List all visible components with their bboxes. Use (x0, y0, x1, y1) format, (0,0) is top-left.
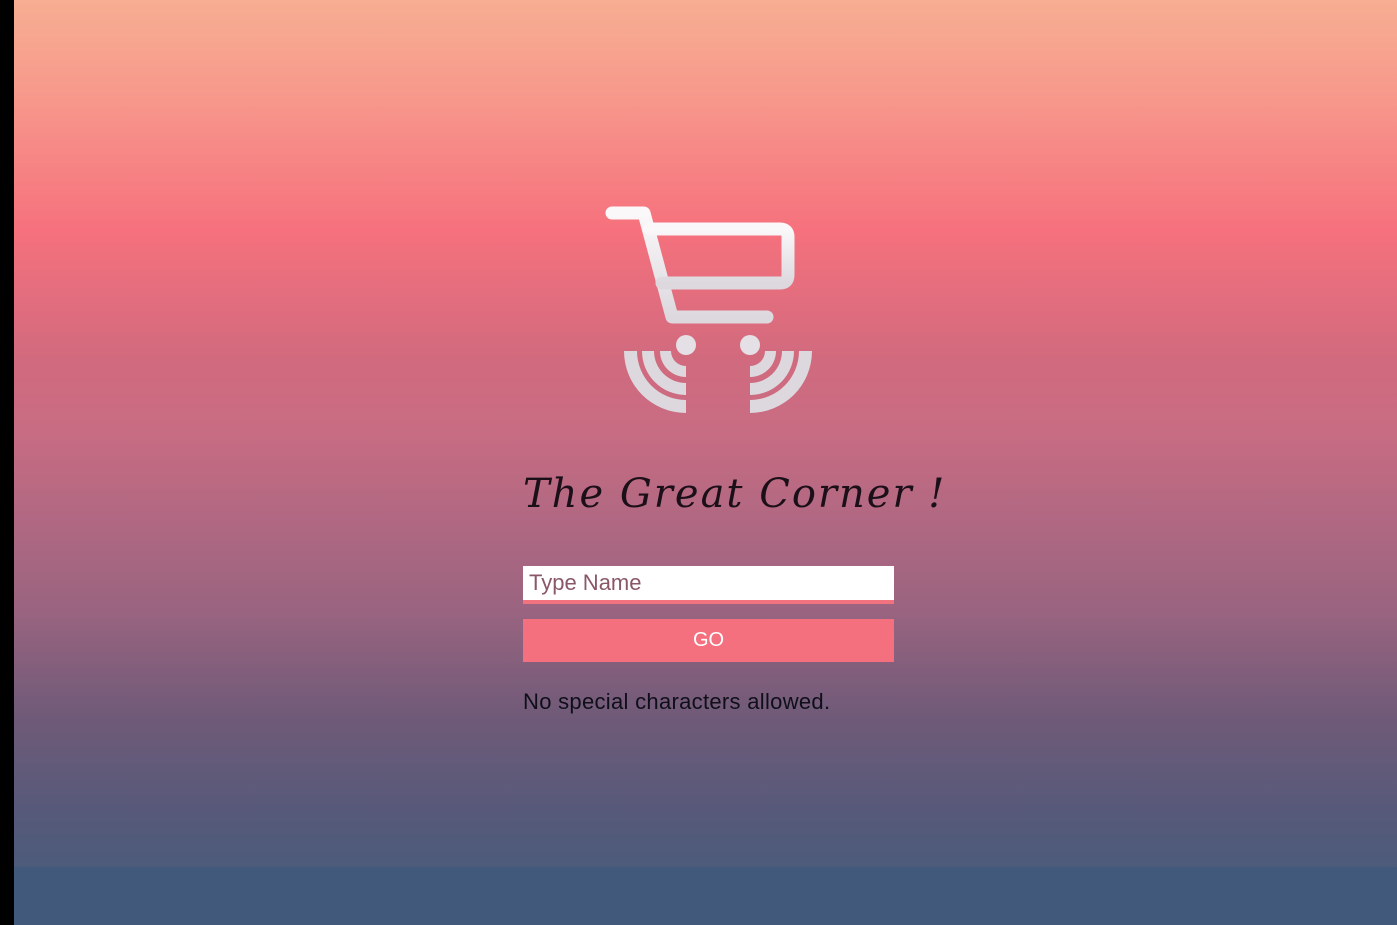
go-button[interactable]: GO (523, 619, 894, 662)
name-input[interactable] (523, 566, 894, 604)
window-edge (0, 0, 14, 925)
page-title: The Great Corner ! (523, 471, 947, 517)
footer-band (14, 867, 1397, 925)
validation-hint: No special characters allowed. (523, 689, 831, 714)
background-gradient (14, 0, 1397, 867)
shopping-cart-logo-icon (605, 206, 812, 413)
